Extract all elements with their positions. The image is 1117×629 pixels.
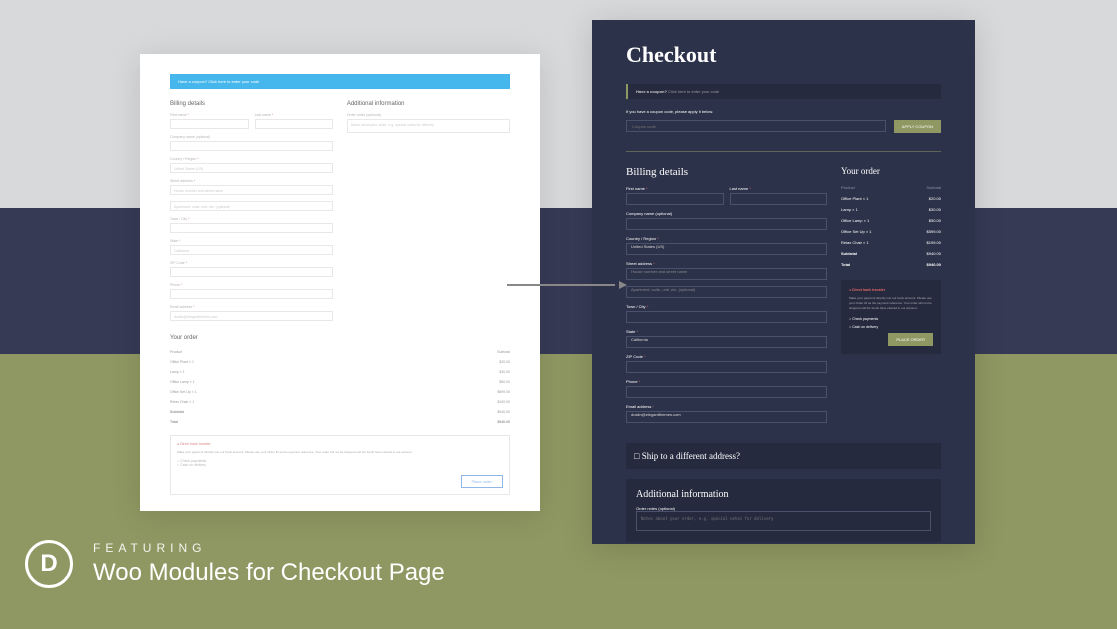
phone-label: Phone * bbox=[170, 283, 333, 287]
table-row: Office Set Up × 1$599.00 bbox=[170, 387, 510, 397]
coupon-banner[interactable]: Have a coupon? Click here to enter your … bbox=[170, 74, 510, 89]
additional-info-box: Additional information Order notes (opti… bbox=[626, 479, 941, 542]
before-card: Have a coupon? Click here to enter your … bbox=[140, 54, 540, 511]
state-label: State * bbox=[626, 329, 827, 334]
phone-input[interactable] bbox=[170, 289, 333, 299]
state-select[interactable]: California bbox=[626, 336, 827, 348]
company-input[interactable] bbox=[626, 218, 827, 230]
ship-different-toggle[interactable]: Ship to a different address? bbox=[626, 443, 941, 469]
town-label: Town / City * bbox=[170, 217, 333, 221]
subtotal-row: Subtotal$940.00 bbox=[170, 407, 510, 417]
country-select[interactable]: United States (US) bbox=[170, 163, 333, 173]
zip-label: ZIP Code * bbox=[170, 261, 333, 265]
ln-label: Last name * bbox=[730, 186, 828, 191]
phone-label: Phone * bbox=[626, 379, 827, 384]
email-input[interactable]: dustin@elegantthemes.com bbox=[170, 311, 333, 321]
addl-heading: Additional information bbox=[636, 489, 931, 500]
pay-bank[interactable]: Direct bank transfer bbox=[177, 442, 503, 446]
table-row: Office Set Up × 1$599.00 bbox=[841, 226, 941, 237]
separator bbox=[626, 151, 941, 152]
apply-coupon-button[interactable]: APPLY COUPON bbox=[894, 120, 941, 133]
pay-cash[interactable]: Cash on delivery bbox=[177, 463, 503, 467]
total-row: Total$940.00 bbox=[170, 417, 510, 427]
pay-cash[interactable]: Cash on delivery bbox=[849, 325, 933, 329]
zip-input[interactable] bbox=[170, 267, 333, 277]
place-order-button[interactable]: PLACE ORDER bbox=[888, 333, 933, 346]
town-input[interactable] bbox=[170, 223, 333, 233]
company-label: Company name (optional) bbox=[170, 135, 333, 139]
pay-check[interactable]: Check payments bbox=[849, 317, 933, 321]
fn-label: First name * bbox=[626, 186, 724, 191]
zip-input[interactable] bbox=[626, 361, 827, 373]
email-input[interactable]: dustin@elegantthemes.com bbox=[626, 411, 827, 423]
street-input[interactable]: House number and street name bbox=[170, 185, 333, 195]
coupon-msg: If you have a coupon code, please apply … bbox=[626, 109, 941, 114]
table-row: Office Lamp × 1$50.00 bbox=[170, 377, 510, 387]
state-label: State * bbox=[170, 239, 333, 243]
footer: D FEATURING Woo Modules for Checkout Pag… bbox=[25, 540, 445, 588]
fn-input[interactable] bbox=[170, 119, 249, 129]
fn-label: First name * bbox=[170, 113, 249, 117]
payment-box: Direct bank transfer Make your payment d… bbox=[170, 435, 510, 495]
table-row: Office Lamp × 1$50.00 bbox=[841, 215, 941, 226]
email-label: Email address * bbox=[170, 305, 333, 309]
pay-bank-desc: Make your payment directly into our bank… bbox=[849, 296, 933, 311]
town-label: Town / City * bbox=[626, 304, 827, 309]
table-row: Lamp × 1$30.00 bbox=[170, 367, 510, 377]
subtotal-row: Subtotal$940.00 bbox=[841, 248, 941, 259]
notes-label: Order notes (optional) bbox=[347, 113, 510, 117]
coupon-form: If you have a coupon code, please apply … bbox=[626, 109, 941, 133]
state-select[interactable]: California bbox=[170, 245, 333, 255]
after-card: Checkout Have a coupon? Click here to en… bbox=[592, 20, 975, 544]
table-row: Office Plant × 1$20.00 bbox=[841, 193, 941, 204]
arrow-icon bbox=[507, 281, 627, 289]
table-row: Relax Chair × 1$199.00 bbox=[170, 397, 510, 407]
ln-input[interactable] bbox=[730, 193, 828, 205]
country-label: Country / Region * bbox=[626, 236, 827, 241]
town-input[interactable] bbox=[626, 311, 827, 323]
order-heading: Your order bbox=[841, 166, 941, 176]
table-row: Relax Chair × 1$199.00 bbox=[841, 237, 941, 248]
footer-eyebrow: FEATURING bbox=[93, 541, 445, 555]
zip-label: ZIP Code * bbox=[626, 354, 827, 359]
company-input[interactable] bbox=[170, 141, 333, 151]
order-heading: Your order bbox=[170, 335, 510, 341]
total-row: Total$940.00 bbox=[841, 259, 941, 270]
apt-input[interactable]: Apartment, suite, unit, etc. (optional) bbox=[626, 286, 827, 298]
place-order-button[interactable]: Place order bbox=[461, 475, 503, 488]
country-label: Country / Region * bbox=[170, 157, 333, 161]
payment-box: Direct bank transfer Make your payment d… bbox=[841, 280, 941, 354]
addl-heading: Additional information bbox=[347, 101, 510, 107]
fn-input[interactable] bbox=[626, 193, 724, 205]
street-input[interactable]: House number and street name bbox=[626, 268, 827, 280]
company-label: Company name (optional) bbox=[626, 211, 827, 216]
apt-input[interactable]: Apartment, suite, unit, etc. (optional) bbox=[170, 201, 333, 211]
notes-input[interactable]: Notes about your order, e.g. special not… bbox=[347, 119, 510, 133]
table-row: Lamp × 1$30.00 bbox=[841, 204, 941, 215]
footer-title: Woo Modules for Checkout Page bbox=[93, 559, 445, 587]
ln-input[interactable] bbox=[255, 119, 334, 129]
phone-input[interactable] bbox=[626, 386, 827, 398]
country-select[interactable]: United States (US) bbox=[626, 243, 827, 255]
coupon-input[interactable] bbox=[626, 120, 886, 132]
street-label: Street address * bbox=[626, 261, 827, 266]
divi-logo-icon: D bbox=[25, 540, 73, 588]
pay-bank[interactable]: Direct bank transfer bbox=[849, 288, 933, 292]
billing-heading: Billing details bbox=[626, 166, 827, 178]
checkout-title: Checkout bbox=[626, 42, 941, 68]
order-header-row: ProductSubtotal bbox=[841, 182, 941, 193]
email-label: Email address * bbox=[626, 404, 827, 409]
ln-label: Last name * bbox=[255, 113, 334, 117]
street-label: Street address * bbox=[170, 179, 333, 183]
notes-input[interactable] bbox=[636, 511, 931, 531]
order-header-row: ProductSubtotal bbox=[170, 347, 510, 357]
pay-bank-desc: Make your payment directly into our bank… bbox=[177, 450, 503, 455]
coupon-banner[interactable]: Have a coupon? Click here to enter your … bbox=[626, 84, 941, 99]
table-row: Office Plant × 1$20.00 bbox=[170, 357, 510, 367]
billing-heading: Billing details bbox=[170, 101, 333, 107]
